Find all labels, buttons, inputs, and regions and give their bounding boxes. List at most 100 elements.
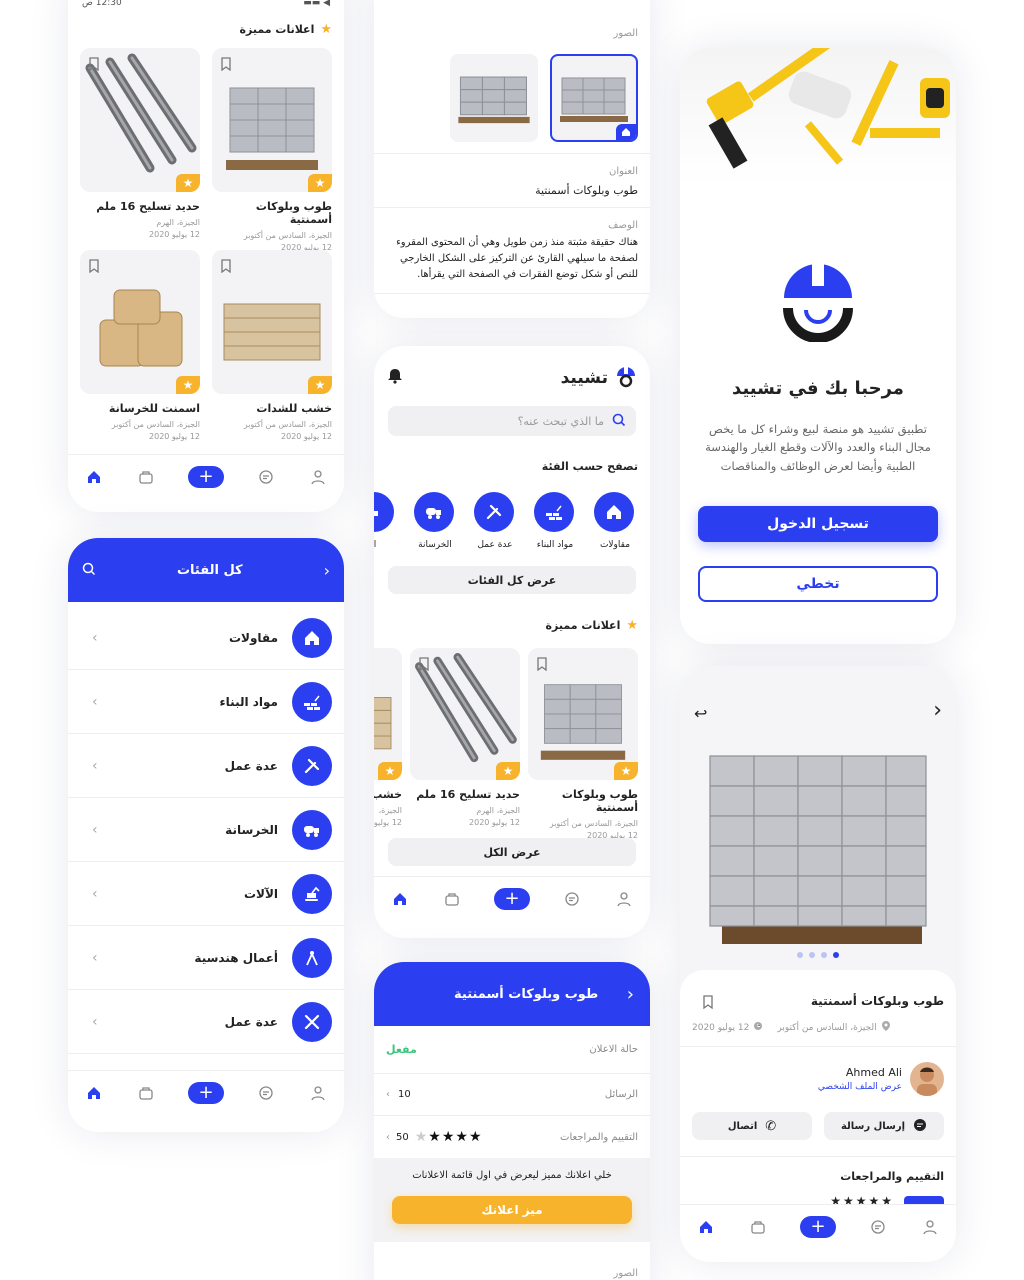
description-value[interactable]: هناك حقيقة مثبتة منذ زمن طويل وهي أن الم… [386,235,638,283]
bag-icon[interactable] [136,1083,156,1103]
search-icon[interactable] [612,412,626,431]
product-card[interactable]: ★ طوب وبلوكات أسمنتية الجيزة، السادس من … [528,648,638,840]
chat-icon[interactable] [562,889,582,909]
category-chip[interactable]: الخرسانة [414,492,456,550]
search-bar[interactable]: ما الذي تبحث عنه؟ [388,406,636,436]
view-all-button[interactable]: عرض الكل [388,838,636,866]
product-location: الجيزة، السادس من أكتوبر [243,420,332,429]
chat-icon[interactable] [868,1217,888,1237]
chip-label: ا [374,540,377,550]
user-icon[interactable] [308,1083,328,1103]
thumb-main[interactable] [550,54,638,142]
product-location: الجيزة، [378,806,402,815]
category-row[interactable]: ‹ عدة عمل [68,734,344,798]
tools-icon [474,492,514,532]
product-meta: الجيزة، السادس من أكتوبر 12 يوليو 2020 [692,1020,944,1035]
product-card[interactable]: ★ خشب الجيزة، 12 يوليو 2020 [374,648,402,827]
product-image: ★ [80,250,200,394]
promo-box: خلي اعلانك مميز ليعرض في اول قائمة الاعل… [374,1158,650,1242]
house-icon [292,617,332,658]
send-message-button[interactable]: إرسال رسالة [824,1112,944,1140]
product-location: الجيزة، الهرم [476,806,520,815]
phone-icon: ✆ [765,1118,777,1134]
skip-button[interactable]: تخطي [698,566,938,602]
category-row[interactable]: ‹ مواد البناء [68,670,344,734]
dot [809,952,815,958]
home-icon[interactable] [84,1083,104,1103]
promote-ad-button[interactable]: ميز اعلانك [392,1196,632,1224]
user-icon[interactable] [920,1217,940,1237]
seller-avatar[interactable] [910,1062,944,1096]
search-icon[interactable] [82,561,96,580]
category-chip[interactable]: مواد البناء [534,492,576,550]
category-chip[interactable]: مقاولات [594,492,636,550]
browse-heading: تصفح حسب الفئة [541,460,638,473]
helmet-logo-icon [778,252,858,343]
excavator-icon [292,873,332,914]
bookmark-icon[interactable] [88,56,100,72]
product-location: الجيزة، السادس من أكتوبر [777,1022,877,1033]
product-card[interactable]: ★ اسمنت للخرسانة الجيزة، السادس من أكتوب… [80,250,200,441]
category-row[interactable]: ‹ مقاولات [68,606,344,670]
add-ad-button[interactable]: + [188,465,224,488]
back-chevron-icon[interactable]: › [627,984,634,1005]
category-row[interactable]: ‹ الخرسانة [68,798,344,862]
chat-icon[interactable] [256,467,276,487]
slider-dots[interactable] [680,952,956,958]
view-profile-link[interactable]: عرض الملف الشخصي [818,1082,902,1092]
category-chip[interactable]: عدة عمل [474,492,516,550]
back-chevron-icon[interactable]: › [324,561,330,580]
chip-label: عدة عمل [477,540,513,550]
home-icon[interactable] [390,889,410,909]
login-button[interactable]: تسجيل الدخول [698,506,938,542]
call-button[interactable]: ✆ اتصال [692,1112,812,1140]
categories-header: كل الفئات › [68,538,344,602]
product-card[interactable]: ★ حديد تسليح 16 ملم الجيزة، الهرم 12 يول… [80,48,200,239]
bag-icon[interactable] [136,467,156,487]
product-card[interactable]: ★ حديد تسليح 16 ملم الجيزة، الهرم 12 يول… [410,648,520,827]
product-location: الجيزة، السادس من أكتوبر [549,819,638,828]
category-chip[interactable]: ا [374,492,396,550]
home-icon[interactable] [696,1217,716,1237]
hero-tools-image [680,48,956,184]
add-ad-button[interactable]: + [494,887,530,910]
view-all-categories-button[interactable]: عرض كل الفئات [388,566,636,594]
product-image: ★ [410,648,520,780]
title-value[interactable]: طوب وبلوكات أسمنتية [535,182,638,200]
chevron-left-icon: ‹ [92,757,98,774]
category-row[interactable]: ‹ الآلات [68,862,344,926]
bag-icon[interactable] [442,889,462,909]
category-row[interactable]: ‹ عدة عمل [68,990,344,1054]
category-row[interactable]: ‹ أعمال هندسية [68,926,344,990]
star-icon: ★ [626,618,638,633]
featured-title: اعلانات مميزة [239,23,315,36]
reviews-count: 50 [396,1131,409,1143]
share-icon[interactable]: ↩ [694,704,707,723]
add-ad-button[interactable]: + [188,1081,224,1104]
bookmark-icon[interactable] [220,56,232,72]
phone-my-ad: طوب وبلوكات أسمنتية › مفعل حالة الاعلان … [374,962,650,1280]
bag-icon[interactable] [748,1217,768,1237]
chevron-left-icon: ‹ [386,1131,390,1143]
add-ad-button[interactable]: + [800,1215,836,1238]
product-date: 12 يوليو 2020 [692,1022,750,1033]
bookmark-icon[interactable] [88,258,100,274]
thumb-secondary[interactable] [450,54,538,142]
back-chevron-icon[interactable]: › [933,698,942,723]
bookmark-icon[interactable] [220,258,232,274]
product-card[interactable]: ★ طوب وبلوكات أسمنتية الجيزة، السادس من … [212,48,332,252]
category-chip-row: مقاولات مواد البناء عدة عمل الخرسانة ا [374,492,650,554]
home-icon[interactable] [84,467,104,487]
bookmark-icon[interactable] [418,656,430,672]
user-icon[interactable] [308,467,328,487]
user-icon[interactable] [614,889,634,909]
bell-icon[interactable] [388,368,402,388]
bookmark-icon[interactable] [702,994,714,1013]
chat-icon[interactable] [256,1083,276,1103]
reviews-row[interactable]: ‹ 50 ★★★★★ التقييم والمراجعات [374,1116,650,1158]
phone-all-categories: كل الفئات › ‹ مقاولات ‹ مواد البناء ‹ عد… [68,538,344,1132]
bookmark-icon[interactable] [536,656,548,672]
chevron-left-icon: ‹ [92,1013,98,1030]
product-card[interactable]: ★ خشب للشدات الجيزة، السادس من أكتوبر 12… [212,250,332,441]
messages-row[interactable]: ‹ 10 الرسائل [374,1074,650,1116]
